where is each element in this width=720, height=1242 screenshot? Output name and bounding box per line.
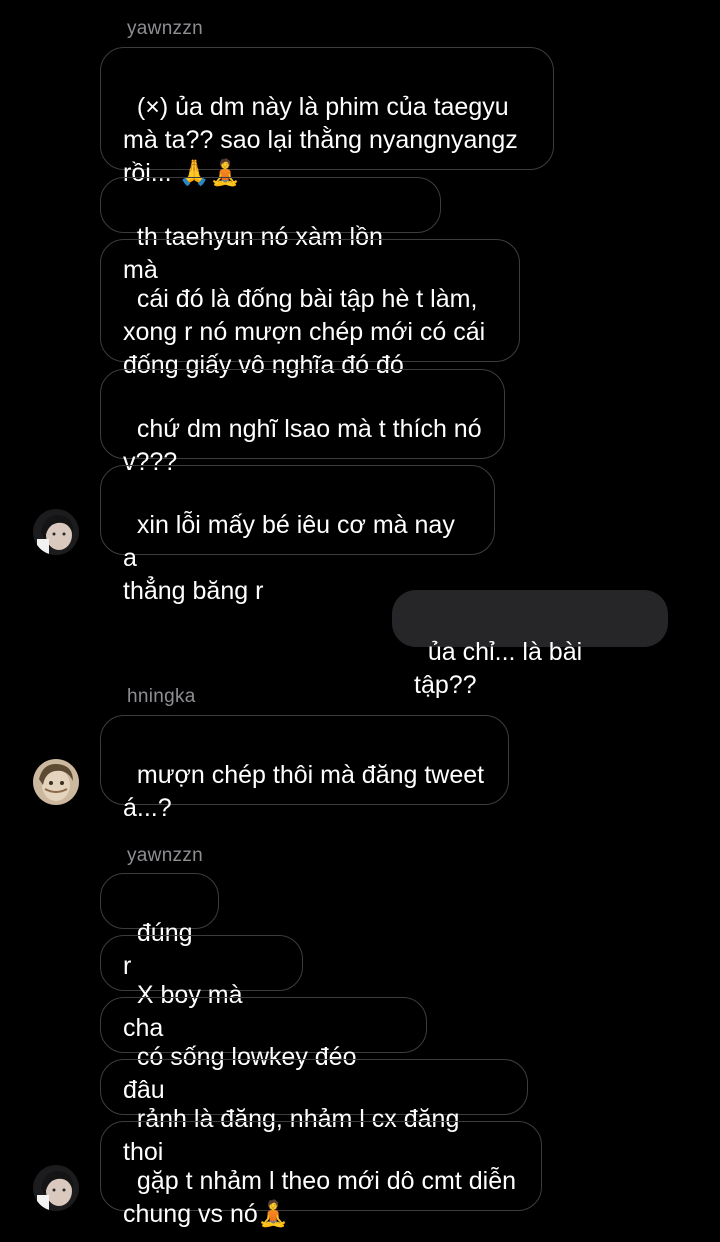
yawnzzn-avatar-icon[interactable] bbox=[33, 1165, 79, 1211]
message-bubble[interactable]: mượn chép thôi mà đăng tweet á...? bbox=[100, 715, 509, 822]
message-text: (×) ủa dm này là phim của taegyu mà ta??… bbox=[123, 93, 518, 187]
message-bubble[interactable]: rảnh là đăng, nhảm l cx đăng thoi bbox=[100, 1059, 528, 1166]
message-bubble[interactable]: (×) ủa dm này là phim của taegyu mà ta??… bbox=[100, 47, 554, 187]
sender-name: yawnzzn bbox=[127, 18, 204, 39]
yawnzzn-avatar-icon[interactable] bbox=[33, 509, 79, 555]
message-text: gặp t nhảm l theo mới dô cmt diễn chung … bbox=[123, 1167, 516, 1228]
message-text: ủa chỉ... là bài tập?? bbox=[414, 638, 590, 699]
message-bubble[interactable]: có sống lowkey đéo đâu bbox=[100, 997, 427, 1104]
message-bubble[interactable]: th taehyun nó xàm lồn mà bbox=[100, 177, 441, 284]
outgoing-message-bubble[interactable]: ủa chỉ... là bài tập?? bbox=[392, 590, 668, 699]
sender-name: yawnzzn bbox=[127, 845, 204, 866]
message-bubble[interactable]: đúng r bbox=[100, 873, 219, 980]
message-bubble[interactable]: X boy mà cha bbox=[100, 935, 303, 1042]
hningka-avatar-icon[interactable] bbox=[33, 759, 79, 805]
sender-name: hningka bbox=[127, 686, 196, 707]
message-text: mượn chép thôi mà đăng tweet á...? bbox=[123, 761, 485, 822]
message-bubble[interactable]: cái đó là đống bài tập hè t làm, xong r … bbox=[100, 239, 520, 379]
message-text: cái đó là đống bài tập hè t làm, xong r … bbox=[123, 285, 486, 379]
message-bubble[interactable]: xin lỗi mấy bé iêu cơ mà nay a thẳng băn… bbox=[100, 465, 495, 605]
message-bubble[interactable]: gặp t nhảm l theo mới dô cmt diễn chung … bbox=[100, 1121, 542, 1228]
message-bubble[interactable]: chứ dm nghĩ lsao mà t thích nó v??? bbox=[100, 369, 505, 476]
